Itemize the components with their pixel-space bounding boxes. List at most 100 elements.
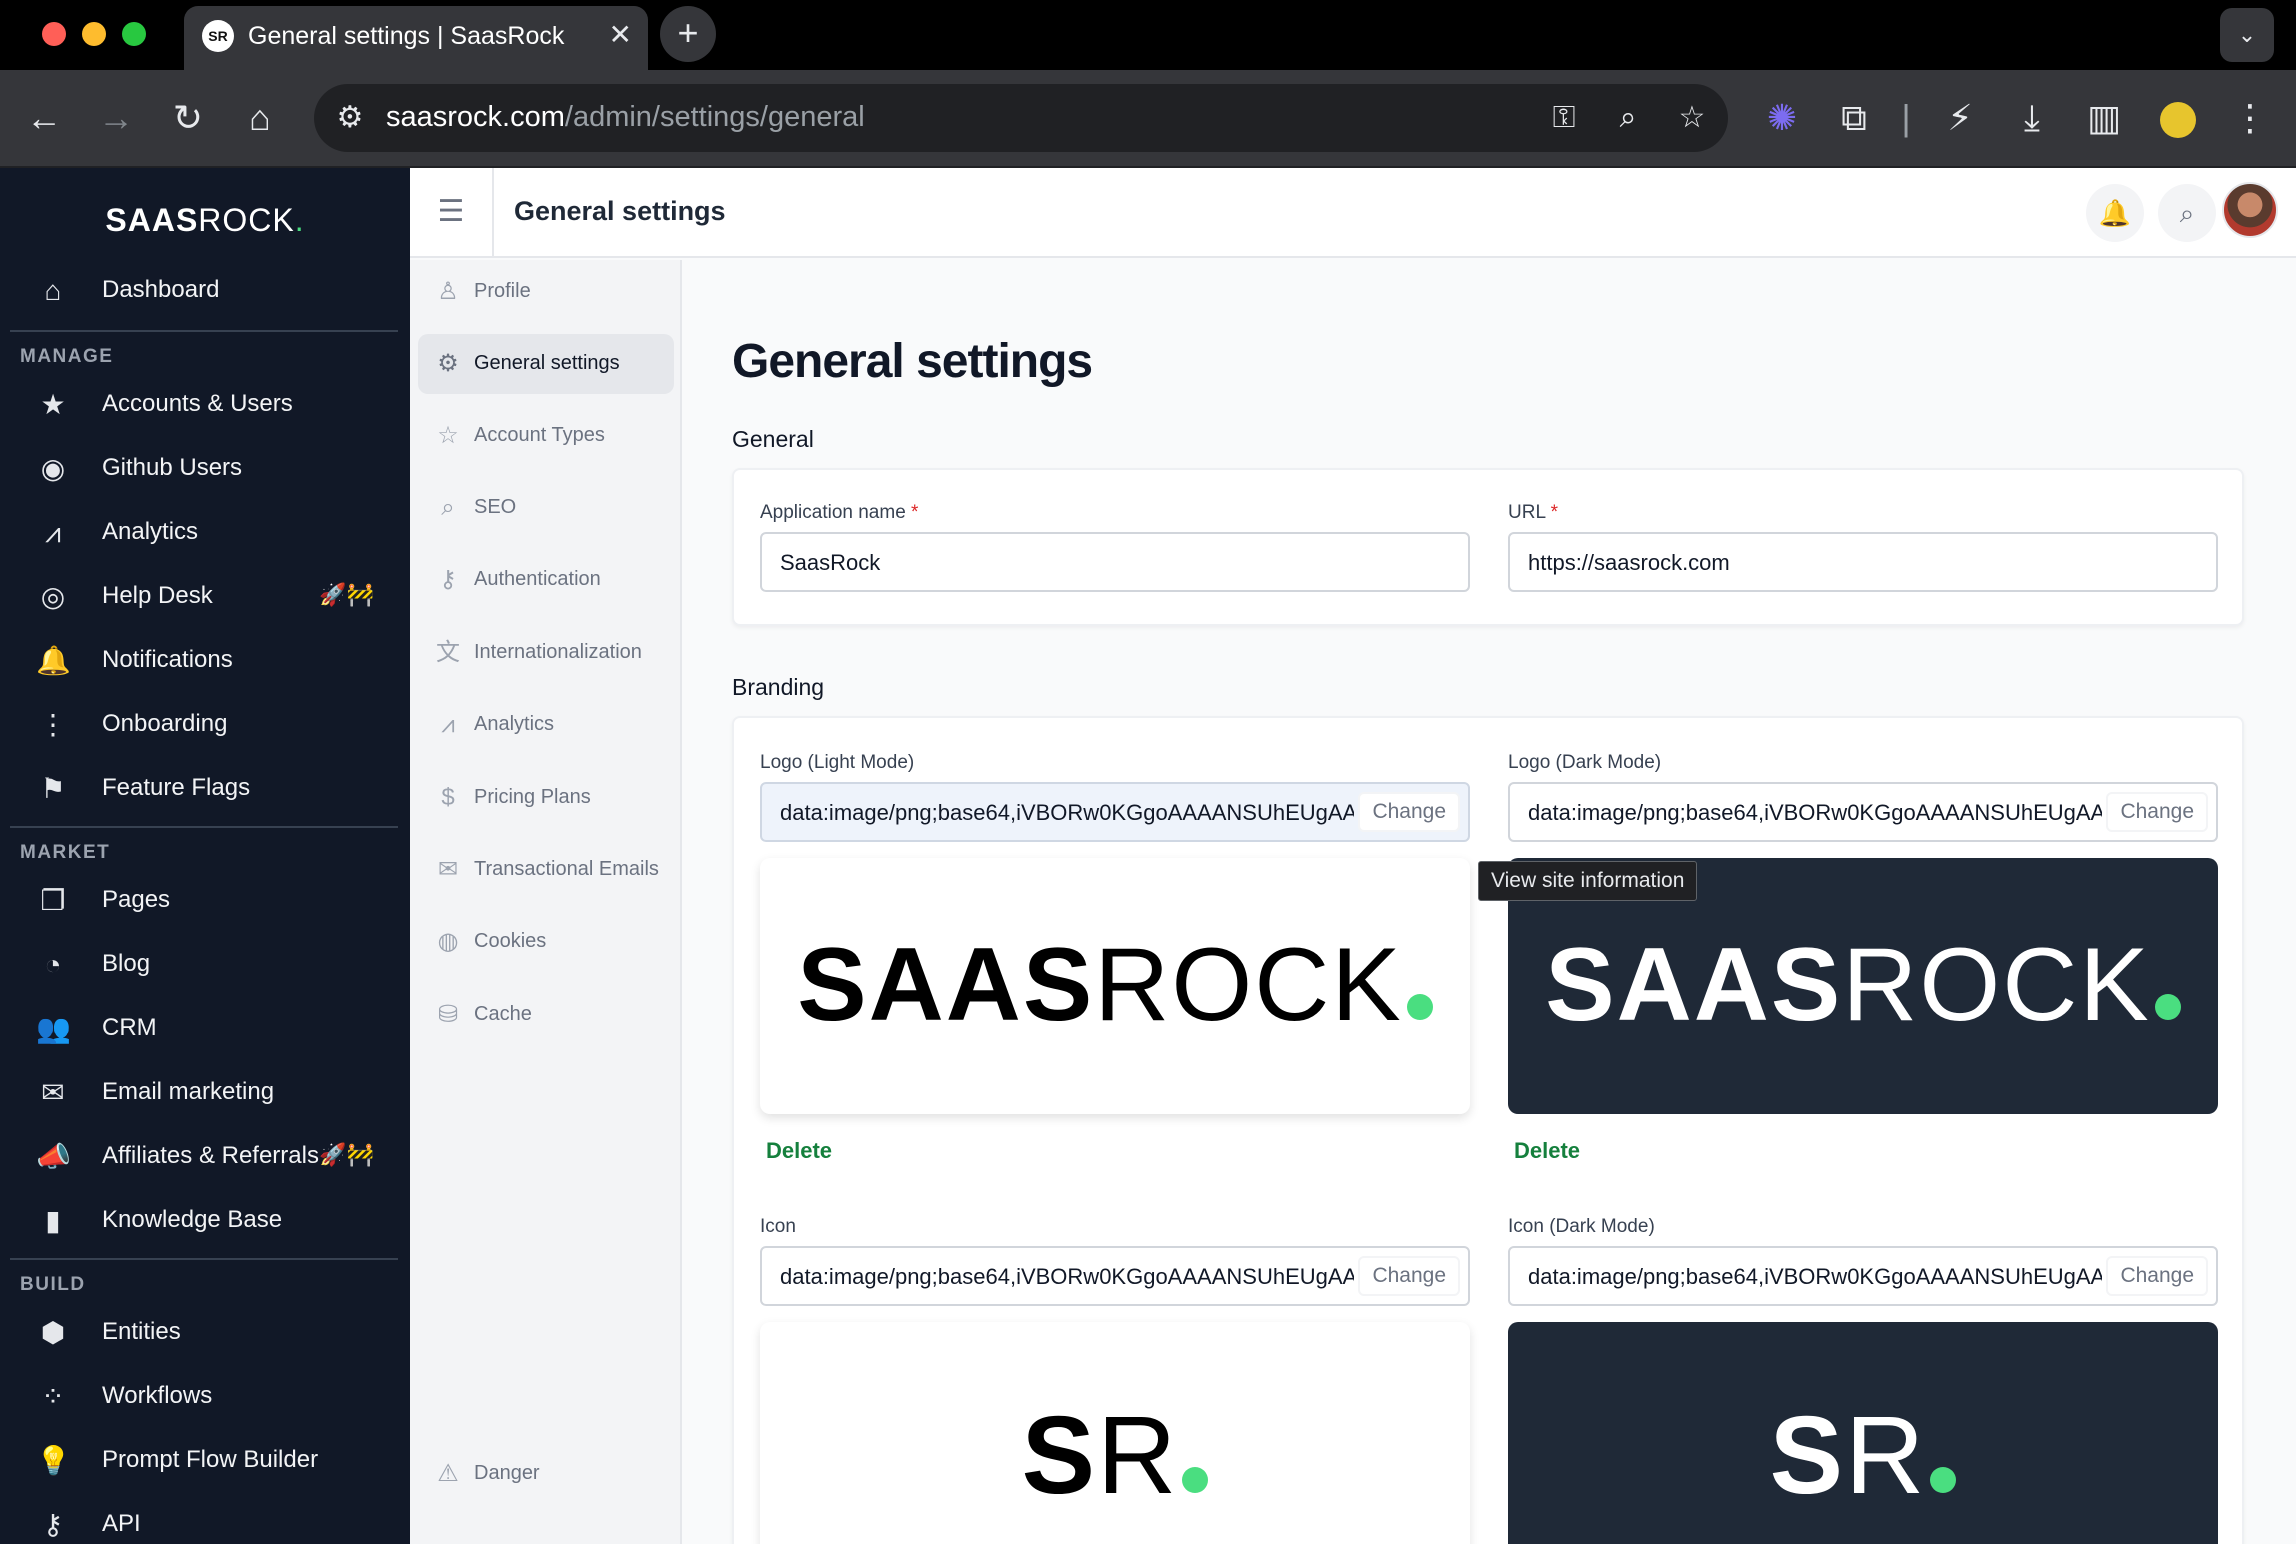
sidebar-item-knowledge-base[interactable]: ▮ Knowledge Base — [0, 1192, 410, 1248]
sidebar-divider — [10, 1258, 398, 1260]
notifications-bell-icon[interactable]: 🔔 — [2086, 184, 2144, 242]
sidebar-item-feature-flags[interactable]: ⚑ Feature Flags — [0, 760, 410, 816]
workflow-icon: ⁘ — [41, 1381, 65, 1412]
sidebar: SAASROCK. ⌂ Dashboard MANAGE ★ Accounts & … — [0, 168, 410, 1544]
performance-icon[interactable]: ⚡ — [1938, 96, 1982, 140]
subnav-item-analytics[interactable]: ⩘ Analytics — [418, 695, 674, 755]
extension-sparkle-icon[interactable]: ✺ — [1760, 96, 1804, 140]
sidebar-section-market: MARKET — [20, 842, 111, 863]
beta-badge: 🚀🚧 — [319, 582, 374, 607]
sidebar-divider — [10, 330, 398, 332]
brand-logo[interactable]: SAASROCK. — [0, 202, 410, 239]
new-tab-button[interactable]: + — [660, 6, 716, 62]
sidebar-divider — [10, 826, 398, 828]
settings-subnav: ♙ Profile ⚙ General settings ☆ Account Type… — [410, 260, 682, 1544]
sidebar-item-prompt-flow-builder[interactable]: 💡 Prompt Flow Builder — [0, 1432, 410, 1488]
subnav-item-cache[interactable]: ⛁ Cache — [418, 985, 674, 1045]
more-menu-icon[interactable]: ⋮ — [2228, 96, 2272, 140]
subnav-item-transactional-emails[interactable]: ✉ Transactional Emails — [418, 840, 674, 900]
close-window-button[interactable] — [42, 22, 66, 46]
back-icon[interactable]: ← — [22, 96, 66, 140]
steps-icon: ⋮ — [39, 709, 67, 740]
change-logo-dark-button[interactable]: Change — [2106, 792, 2208, 832]
tab-search-button[interactable]: ⌄ — [2220, 8, 2274, 62]
sidebar-item-entities[interactable]: ⬢ Entities — [0, 1304, 410, 1360]
rss-icon: ◔ — [44, 949, 62, 980]
subnav-item-internationalization[interactable]: 文 Internationalization — [418, 623, 674, 683]
change-logo-light-button[interactable]: Change — [1358, 792, 1460, 832]
sidebar-item-help-desk[interactable]: ◎ Help Desk 🚀🚧 — [0, 568, 410, 624]
sidebar-item-github-users[interactable]: ◉ Github Users — [0, 440, 410, 496]
user-icon: ♙ — [437, 278, 459, 305]
subnav-item-profile[interactable]: ♙ Profile — [418, 262, 674, 322]
subnav-item-pricing-plans[interactable]: $ Pricing Plans — [418, 768, 674, 828]
user-avatar[interactable] — [2222, 182, 2278, 238]
password-key-icon[interactable]: ⚿ — [1542, 96, 1586, 140]
search-icon: ⌕ — [441, 494, 455, 521]
icon-dark-preview: SR — [1508, 1322, 2218, 1544]
sidebar-section-manage: MANAGE — [20, 346, 114, 367]
maximize-window-button[interactable] — [122, 22, 146, 46]
megaphone-icon: 📣 — [36, 1141, 71, 1172]
sidebar-item-blog[interactable]: ◔ Blog — [0, 936, 410, 992]
subnav-item-general-settings[interactable]: ⚙ General settings — [418, 334, 674, 394]
bell-ring-icon: 🔔 — [36, 645, 71, 676]
sidebar-item-affiliates-referrals[interactable]: 📣 Affiliates & Referrals 🚀🚧 — [0, 1128, 410, 1184]
url-input[interactable]: https://saasrock.com — [1508, 532, 2218, 592]
menu-toggle-button[interactable]: ☰ — [410, 168, 494, 258]
profile-avatar-icon[interactable] — [2156, 96, 2200, 140]
browser-tab[interactable]: SR General settings | SaasRock ✕ — [184, 6, 648, 70]
logo-light-input[interactable]: data:image/png;base64,iVBORw0KGgoAAAANSU… — [760, 782, 1470, 842]
app-name-label: Application name * — [760, 502, 919, 523]
address-text[interactable]: saasrock.com/admin/settings/general — [386, 101, 865, 134]
sidebar-item-dashboard[interactable]: ⌂ Dashboard — [0, 262, 410, 318]
sidebar-item-onboarding[interactable]: ⋮ Onboarding — [0, 696, 410, 752]
subnav-item-account-types[interactable]: ☆ Account Types — [418, 406, 674, 466]
home-icon: ⌂ — [44, 275, 62, 306]
bookmark-star-icon[interactable]: ☆ — [1670, 96, 1714, 140]
change-icon-button[interactable]: Change — [1358, 1256, 1460, 1296]
site-info-icon[interactable]: ⚙ — [328, 96, 372, 140]
search-icon[interactable]: ⌕ — [2158, 184, 2216, 242]
app-name-input[interactable]: SaasRock — [760, 532, 1470, 592]
reload-icon[interactable]: ↻ — [166, 96, 210, 140]
chart-icon: ⩘ — [45, 517, 61, 548]
sidebar-item-accounts-users[interactable]: ★ Accounts & Users — [0, 376, 410, 432]
logo-dark-input[interactable]: data:image/png;base64,iVBORw0KGgoAAAANSU… — [1508, 782, 2218, 842]
sidebar-item-email-marketing[interactable]: ✉ Email marketing — [0, 1064, 410, 1120]
close-tab-icon[interactable]: ✕ — [609, 18, 632, 51]
home-icon[interactable]: ⌂ — [238, 96, 282, 140]
subnav-item-authentication[interactable]: ⚷ Authentication — [418, 550, 674, 610]
translate-icon: 文 — [436, 639, 460, 666]
sidebar-item-api[interactable]: ⚷ API — [0, 1496, 410, 1544]
zoom-icon[interactable]: ⌕ — [1606, 96, 1650, 140]
key-icon: ⚷ — [439, 566, 457, 593]
icon-dark-input[interactable]: data:image/png;base64,iVBORw0KGgoAAAANSU… — [1508, 1246, 2218, 1306]
side-panel-icon[interactable]: ▥ — [2082, 96, 2126, 140]
dollar-icon: $ — [441, 784, 455, 811]
topbar: ☰ General settings 🔔 ⌕ — [410, 168, 2296, 258]
forward-icon[interactable]: → — [94, 96, 138, 140]
cookie-icon: ◍ — [437, 928, 459, 955]
general-card: Application name * SaasRock URL * https:… — [732, 468, 2244, 626]
sidebar-item-pages[interactable]: ❐ Pages — [0, 872, 410, 928]
sidebar-item-workflows[interactable]: ⁘ Workflows — [0, 1368, 410, 1424]
delete-logo-dark-link[interactable]: Delete — [1514, 1138, 1580, 1164]
site-info-tooltip: View site information — [1478, 861, 1698, 901]
branding-card: Logo (Light Mode) data:image/png;base64,… — [732, 716, 2244, 1544]
subnav-item-seo[interactable]: ⌕ SEO — [418, 478, 674, 538]
sidebar-item-analytics[interactable]: ⩘ Analytics — [0, 504, 410, 560]
address-bar[interactable]: ⚙ saasrock.com/admin/settings/general ⚿ … — [314, 84, 1728, 152]
download-icon[interactable]: ⤓ — [2010, 96, 2054, 140]
extensions-puzzle-icon[interactable]: ⧉ — [1832, 96, 1876, 140]
sidebar-item-crm[interactable]: 👥 CRM — [0, 1000, 410, 1056]
sidebar-item-notifications[interactable]: 🔔 Notifications — [0, 632, 410, 688]
change-icon-dark-button[interactable]: Change — [2106, 1256, 2208, 1296]
main-area: ☰ General settings 🔔 ⌕ ♙ Profile ⚙ General… — [410, 168, 2296, 1544]
delete-logo-light-link[interactable]: Delete — [766, 1138, 832, 1164]
icon-input[interactable]: data:image/png;base64,iVBORw0KGgoAAAANSU… — [760, 1246, 1470, 1306]
sidebar-section-build: BUILD — [20, 1274, 86, 1295]
minimize-window-button[interactable] — [82, 22, 106, 46]
subnav-item-cookies[interactable]: ◍ Cookies — [418, 912, 674, 972]
subnav-item-danger[interactable]: ⚠ Danger — [418, 1444, 674, 1504]
